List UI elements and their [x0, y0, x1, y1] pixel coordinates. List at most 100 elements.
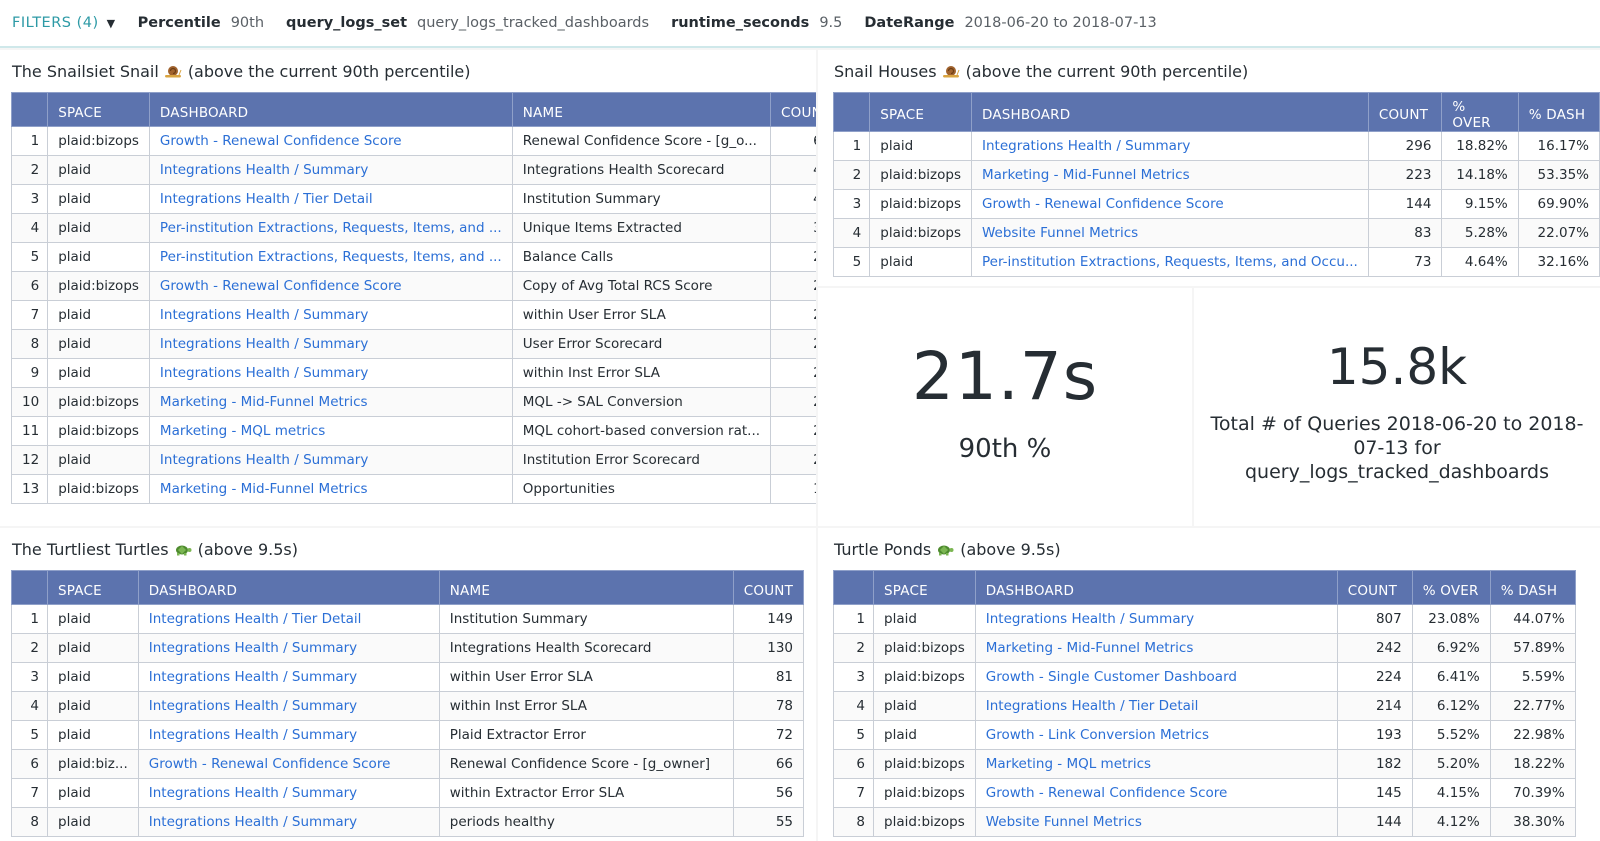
row-index: 3	[832, 189, 871, 219]
column-header-space[interactable]: SPACE	[869, 92, 972, 132]
space-cell: plaid	[873, 604, 976, 634]
table-row: 3 plaid Integrations Health / Tier Detail I…	[10, 184, 816, 214]
column-header-pct-over[interactable]: % OVER	[1441, 92, 1519, 132]
name-cell: Renewal Confidence Score - [g_o...	[511, 126, 772, 156]
snail-table: SPACE DASHBOARD NAME COUNT 1plaid:bizops…	[10, 92, 816, 504]
filter-percentile[interactable]: Percentile 90th	[138, 15, 264, 31]
column-header-count[interactable]: COUNT	[1336, 570, 1413, 605]
dashboard-link[interactable]: Marketing - Mid-Funnel Metrics	[148, 387, 513, 417]
name-cell: Copy of Avg Total RCS Score	[511, 271, 772, 301]
column-header-dashboard[interactable]: DASHBOARD	[148, 92, 513, 127]
dashboard-link[interactable]: Growth - Renewal Confidence Score	[148, 271, 513, 301]
dashboard-link[interactable]: Growth - Link Conversion Metrics	[974, 720, 1338, 750]
filter-name: runtime_seconds	[671, 15, 810, 31]
chevron-down-icon[interactable]: ▼	[107, 17, 116, 30]
dashboard-link[interactable]: Growth - Renewal Confidence Score	[974, 778, 1338, 808]
dashboard-link[interactable]: Growth - Renewal Confidence Score	[148, 126, 513, 156]
pct-over-cell: 6.92%	[1411, 633, 1491, 663]
table-row: 8 plaid:bizops Website Funnel Metrics 144 4.…	[833, 807, 1576, 837]
filters-toggle-label: FILTERS (4)	[12, 15, 99, 31]
pct-over-cell: 5.28%	[1441, 218, 1519, 248]
name-cell: Institution Summary	[438, 604, 734, 634]
column-header-pct-dash[interactable]: % DASH	[1517, 92, 1600, 132]
dashboard-link[interactable]: Integrations Health / Summary	[137, 720, 440, 750]
dashboard-link[interactable]: Marketing - Mid-Funnel Metrics	[971, 160, 1369, 190]
dashboard-link[interactable]: Integrations Health / Tier Detail	[148, 184, 513, 214]
count-cell: 31	[770, 213, 816, 243]
pct-dash-cell: 32.16%	[1517, 247, 1600, 277]
panel-title: The Snailsiet Snail (above the current 90…	[12, 62, 470, 81]
column-header-dashboard[interactable]: DASHBOARD	[974, 570, 1338, 605]
row-index: 8	[11, 807, 48, 837]
dashboard-link[interactable]: Per-institution Extractions, Requests, I…	[971, 247, 1369, 277]
column-header-name[interactable]: NAME	[438, 570, 734, 605]
filter-value: 2018-06-20 to 2018-07-13	[964, 15, 1157, 31]
dashboard-link[interactable]: Integrations Health / Tier Detail	[974, 691, 1338, 721]
dashboard-link[interactable]: Integrations Health / Summary	[971, 131, 1369, 161]
dashboard-link[interactable]: Website Funnel Metrics	[974, 807, 1338, 837]
filter-runtime-seconds[interactable]: runtime_seconds 9.5	[671, 15, 842, 31]
row-index: 10	[10, 387, 49, 417]
dashboard-link[interactable]: Growth - Single Customer Dashboard	[974, 662, 1338, 692]
dashboard-link[interactable]: Marketing - MQL metrics	[148, 416, 513, 446]
column-header-name[interactable]: NAME	[511, 92, 772, 127]
panel-title-suffix: (above the current 90th percentile)	[965, 62, 1249, 81]
pct-over-cell: 5.52%	[1411, 720, 1491, 750]
table-row: 7 plaid Integrations Health / Summary withi…	[11, 778, 805, 808]
dashboard-link[interactable]: Integrations Health / Summary	[137, 691, 440, 721]
dashboard-link[interactable]: Growth - Renewal Confidence Score	[137, 749, 440, 779]
dashboard-link[interactable]: Integrations Health / Summary	[137, 807, 440, 837]
name-cell: periods healthy	[438, 807, 734, 837]
dashboard-link[interactable]: Per-institution Extractions, Requests, I…	[148, 213, 513, 243]
column-header-index	[832, 92, 871, 132]
dashboard-link[interactable]: Marketing - Mid-Funnel Metrics	[974, 633, 1338, 663]
column-header-count[interactable]: COUNT	[732, 570, 805, 605]
column-header-space[interactable]: SPACE	[873, 570, 976, 605]
row-index: 6	[10, 271, 49, 301]
count-cell: 21	[770, 358, 816, 388]
dashboard-link[interactable]: Integrations Health / Summary	[148, 358, 513, 388]
filters-toggle[interactable]: FILTERS (4) ▼	[12, 15, 116, 31]
dashboard-link[interactable]: Growth - Renewal Confidence Score	[971, 189, 1369, 219]
space-cell: plaid:bizops	[47, 387, 150, 417]
row-index: 7	[10, 300, 49, 330]
table-row: 1 plaid Integrations Health / Tier Detail I…	[11, 604, 805, 634]
dashboard-link[interactable]: Integrations Health / Summary	[137, 633, 440, 663]
dashboard-link[interactable]: Per-institution Extractions, Requests, I…	[148, 242, 513, 272]
column-header-index	[10, 92, 49, 127]
column-header-dashboard[interactable]: DASHBOARD	[971, 92, 1369, 132]
pct-dash-cell: 22.07%	[1517, 218, 1600, 248]
table-row: 2 plaid:bizops Marketing - Mid-Funnel Metr…	[832, 160, 1600, 190]
space-cell: plaid:bizops	[873, 662, 976, 692]
table-row: 3 plaid Integrations Health / Summary withi…	[11, 662, 805, 692]
row-index: 4	[11, 691, 48, 721]
count-cell: 223	[1367, 160, 1443, 190]
column-header-pct-dash[interactable]: % DASH	[1489, 570, 1576, 605]
column-header-space[interactable]: SPACE	[47, 92, 150, 127]
dashboard-link[interactable]: Integrations Health / Summary	[148, 155, 513, 185]
column-header-pct-over[interactable]: % OVER	[1411, 570, 1491, 605]
column-header-count[interactable]: COUNT	[770, 92, 816, 127]
dashboard-link[interactable]: Integrations Health / Summary	[137, 778, 440, 808]
column-header-dashboard[interactable]: DASHBOARD	[137, 570, 440, 605]
dashboard-link[interactable]: Integrations Health / Summary	[148, 329, 513, 359]
filter-query-logs-set[interactable]: query_logs_set query_logs_tracked_dashbo…	[286, 15, 649, 31]
pct-dash-cell: 70.39%	[1489, 778, 1576, 808]
dashboard-link[interactable]: Integrations Health / Summary	[137, 662, 440, 692]
dashboard-link[interactable]: Integrations Health / Summary	[148, 445, 513, 475]
dashboard-link[interactable]: Integrations Health / Summary	[148, 300, 513, 330]
dashboard-link[interactable]: Integrations Health / Tier Detail	[137, 604, 440, 634]
space-cell: plaid	[869, 247, 972, 277]
dashboard-link[interactable]: Marketing - MQL metrics	[974, 749, 1338, 779]
dashboard-link[interactable]: Marketing - Mid-Funnel Metrics	[148, 474, 513, 504]
space-cell: plaid	[47, 778, 139, 808]
table-row: 1 plaid Integrations Health / Summary 296 18…	[832, 131, 1600, 161]
dashboard-link[interactable]: Website Funnel Metrics	[971, 218, 1369, 248]
column-header-count[interactable]: COUNT	[1367, 92, 1443, 132]
filter-date-range[interactable]: DateRange 2018-06-20 to 2018-07-13	[864, 15, 1156, 31]
space-cell: plaid:bizops	[47, 126, 150, 156]
turtles-panel: The Turtliest Turtles (above 9.5s) SPACE …	[0, 528, 816, 841]
dashboard-link[interactable]: Integrations Health / Summary	[974, 604, 1338, 634]
row-index: 13	[10, 474, 49, 504]
column-header-space[interactable]: SPACE	[47, 570, 139, 605]
